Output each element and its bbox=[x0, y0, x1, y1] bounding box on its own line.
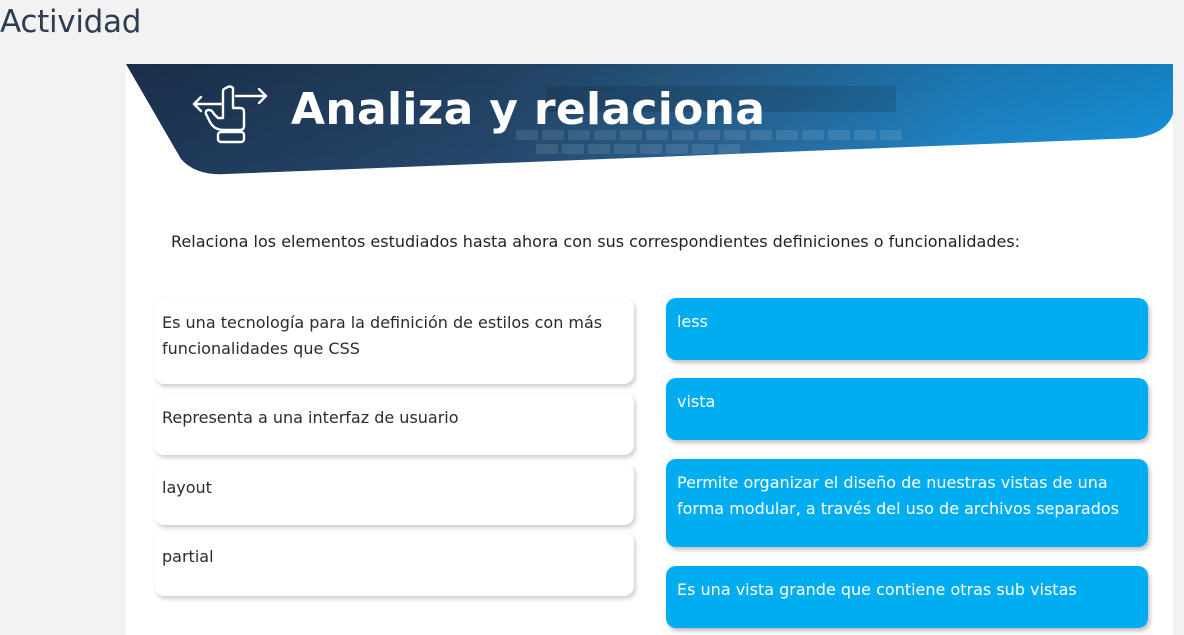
right-item-definition-partial[interactable]: Permite organizar el diseño de nuestras … bbox=[666, 459, 1148, 547]
right-item-less[interactable]: less bbox=[666, 298, 1148, 360]
left-item-definition-less[interactable]: Es una tecnología para la definición de … bbox=[154, 298, 634, 384]
right-item-definition-layout[interactable]: Es una vista grande que contiene otras s… bbox=[666, 566, 1148, 628]
right-item-text: Permite organizar el diseño de nuestras … bbox=[677, 473, 1120, 518]
page-title: Actividad bbox=[0, 4, 142, 40]
left-item-text: Es una tecnología para la definición de … bbox=[162, 313, 603, 358]
left-item-partial[interactable]: partial bbox=[154, 532, 634, 596]
right-item-text: vista bbox=[677, 392, 716, 411]
left-item-layout[interactable]: layout bbox=[154, 463, 634, 525]
hand-pointing-arrows-icon bbox=[192, 84, 270, 146]
activity-card: Analiza y relaciona Relaciona los elemen… bbox=[126, 64, 1173, 635]
right-item-text: less bbox=[677, 312, 708, 331]
banner-title: Analiza y relaciona bbox=[291, 84, 766, 135]
right-item-text: Es una vista grande que contiene otras s… bbox=[677, 580, 1077, 599]
activity-banner: Analiza y relaciona bbox=[126, 64, 1173, 176]
left-item-definition-vista[interactable]: Representa a una interfaz de usuario bbox=[154, 393, 634, 455]
left-item-text: Representa a una interfaz de usuario bbox=[162, 408, 459, 427]
left-item-text: partial bbox=[162, 547, 214, 566]
right-item-vista[interactable]: vista bbox=[666, 378, 1148, 440]
instructions-text: Relaciona los elementos estudiados hasta… bbox=[171, 232, 1021, 251]
left-item-text: layout bbox=[162, 478, 212, 497]
